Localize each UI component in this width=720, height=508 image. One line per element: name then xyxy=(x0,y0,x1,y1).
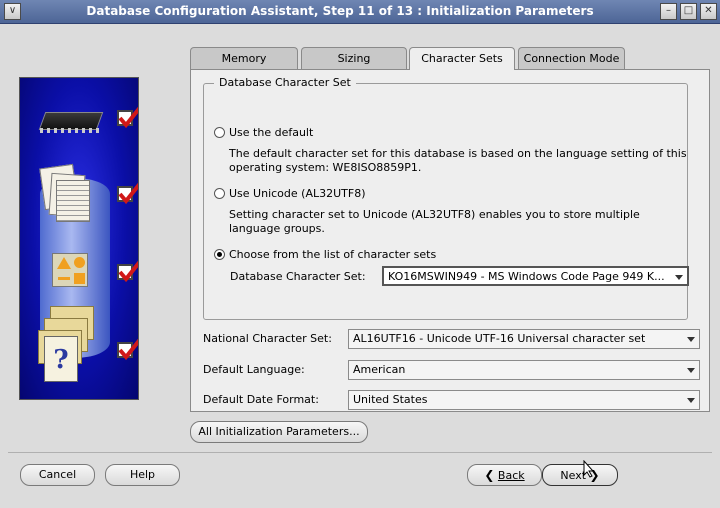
character-sets-panel: Database Character Set Use the default T… xyxy=(190,69,710,412)
separator xyxy=(8,452,712,453)
chevron-down-icon xyxy=(687,337,695,342)
db-charset-select[interactable]: KO16MSWIN949 - MS Windows Code Page 949 … xyxy=(382,266,689,286)
radio-choose-from-list[interactable]: Choose from the list of character sets xyxy=(214,246,436,262)
default-date-format-label: Default Date Format: xyxy=(203,393,319,406)
cancel-button[interactable]: Cancel xyxy=(20,464,95,486)
chevron-down-icon xyxy=(687,398,695,403)
national-charset-label: National Character Set: xyxy=(203,332,332,345)
back-label: Back xyxy=(497,469,525,482)
group-title: Database Character Set xyxy=(214,76,356,89)
radio-button[interactable] xyxy=(214,126,225,138)
default-language-label: Default Language: xyxy=(203,363,305,376)
default-date-format-select[interactable]: United States xyxy=(348,390,700,410)
minimize-button[interactable]: – xyxy=(660,3,677,20)
window-menu-button[interactable]: ∨ xyxy=(4,3,21,20)
wizard-illustration: ? xyxy=(19,77,139,400)
back-button[interactable]: ❮ Back xyxy=(467,464,542,486)
documents-icon xyxy=(39,163,90,224)
chevron-down-icon xyxy=(687,368,695,373)
maximize-button[interactable]: □ xyxy=(680,3,697,20)
mouse-cursor-icon xyxy=(583,460,595,478)
chevron-left-icon: ❮ xyxy=(484,468,495,482)
chevron-down-icon xyxy=(675,275,683,280)
step-check-icon xyxy=(117,182,138,205)
step-check-icon xyxy=(117,106,138,129)
next-button[interactable]: Next ❯ xyxy=(542,464,618,486)
radio-button[interactable] xyxy=(214,187,225,199)
window-title: Database Configuration Assistant, Step 1… xyxy=(86,4,594,18)
radio-use-default[interactable]: Use the default xyxy=(214,124,313,140)
radio-use-unicode[interactable]: Use Unicode (AL32UTF8) xyxy=(214,185,365,201)
tab-sizing[interactable]: Sizing xyxy=(301,47,407,69)
radio-label: Use the default xyxy=(229,125,314,139)
db-charset-label: Database Character Set: xyxy=(230,270,366,283)
help-button[interactable]: Help xyxy=(105,464,180,486)
national-charset-select[interactable]: AL16UTF16 - Unicode UTF-16 Universal cha… xyxy=(348,329,700,349)
tab-connection-mode[interactable]: Connection Mode xyxy=(518,47,625,69)
database-charset-group: Database Character Set Use the default T… xyxy=(203,76,689,320)
radio-label: Use Unicode (AL32UTF8) xyxy=(229,186,366,200)
default-language-select[interactable]: American xyxy=(348,360,700,380)
close-button[interactable]: ✕ xyxy=(700,3,717,20)
default-description: The default character set for this datab… xyxy=(229,147,687,174)
step-check-icon xyxy=(117,338,138,361)
radio-button[interactable] xyxy=(214,248,225,260)
chip-pins xyxy=(40,128,102,133)
shapes-icon xyxy=(52,253,88,287)
tab-memory[interactable]: Memory xyxy=(190,47,298,69)
step-check-icon xyxy=(117,260,138,283)
radio-label: Choose from the list of character sets xyxy=(229,247,437,261)
dbca-window: ∨ Database Configuration Assistant, Step… xyxy=(0,0,720,508)
unicode-description: Setting character set to Unicode (AL32UT… xyxy=(229,208,640,235)
title-bar: ∨ Database Configuration Assistant, Step… xyxy=(0,0,720,24)
tab-character-sets[interactable]: Character Sets xyxy=(409,47,515,70)
all-init-params-button[interactable]: All Initialization Parameters... xyxy=(190,421,368,443)
help-folder-icon: ? xyxy=(36,306,98,388)
